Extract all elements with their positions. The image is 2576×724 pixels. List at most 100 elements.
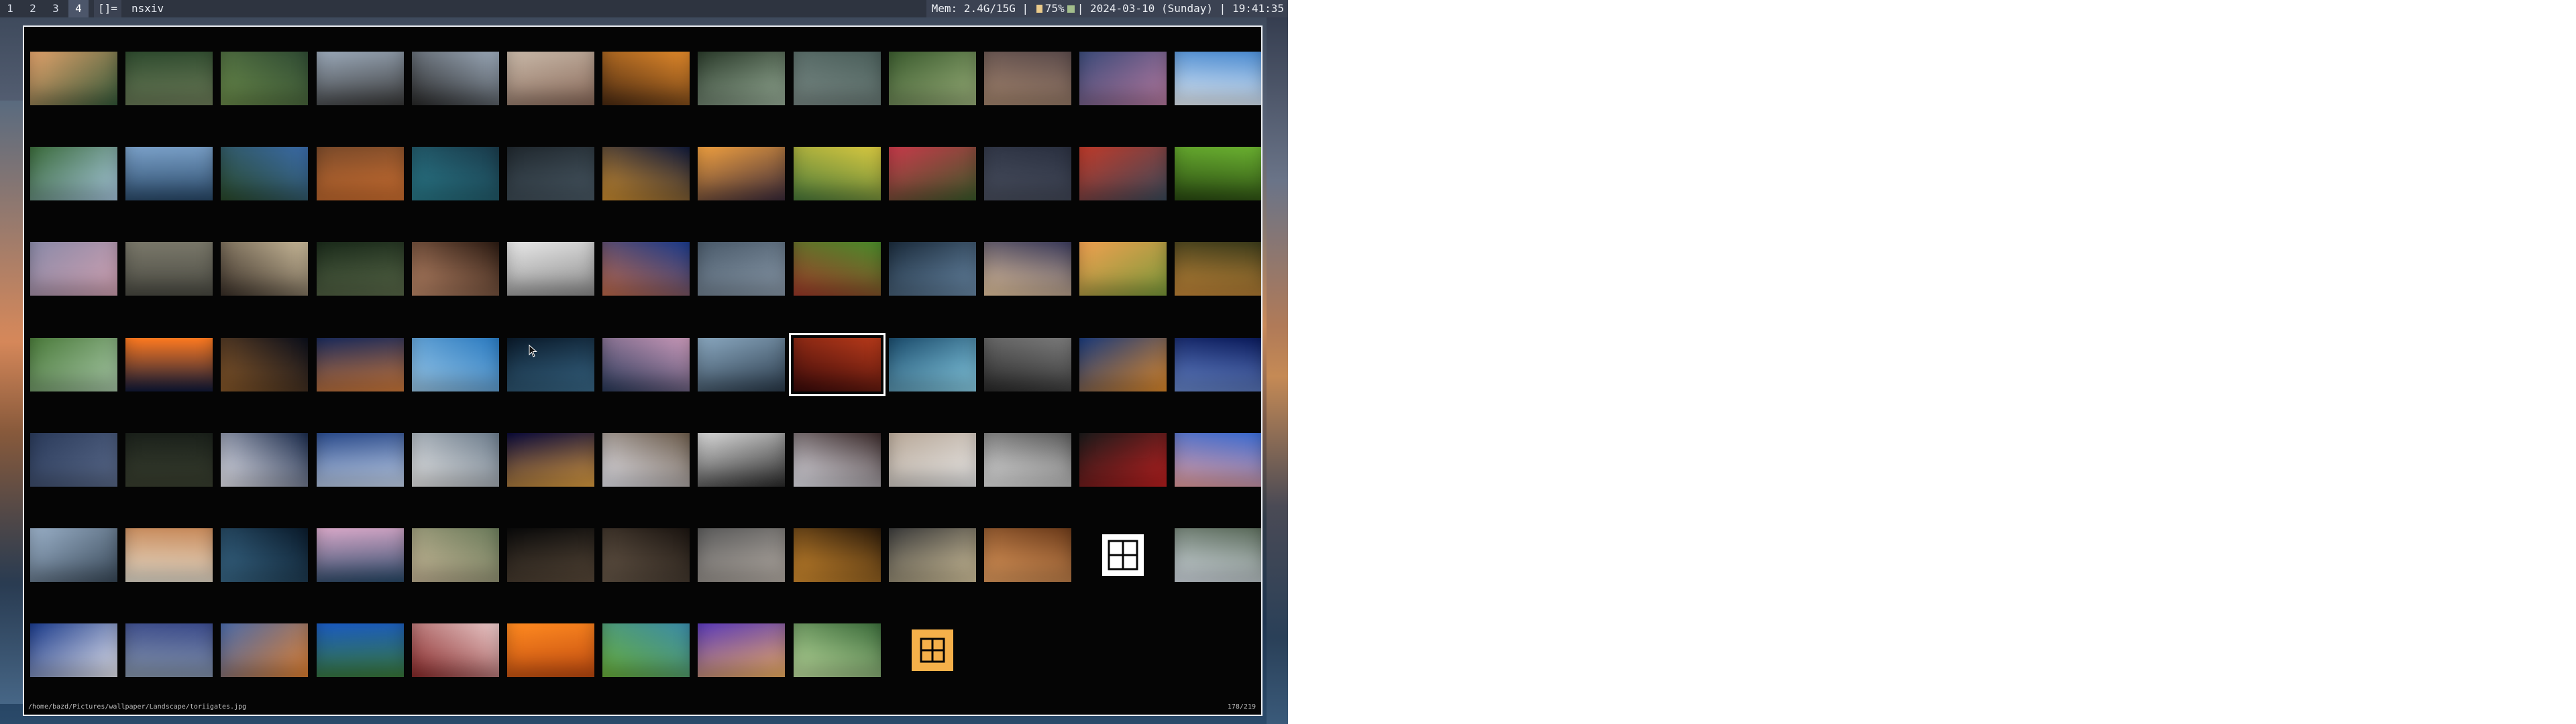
thumbnail[interactable] [1175,147,1261,200]
thumbnail[interactable] [30,338,117,391]
thumbnail[interactable] [125,338,213,391]
thumbnail[interactable] [1175,52,1261,105]
thumbnail[interactable] [125,623,213,677]
thumbnail[interactable] [317,433,404,487]
status-text: Mem: 2.4G/15G | 75% | 2024-03-10 (Sunday)… [926,0,1288,17]
thumbnail[interactable] [507,52,594,105]
thumbnail[interactable] [789,333,885,396]
thumbnail[interactable] [698,242,785,296]
thumbnail[interactable] [889,52,976,105]
thumbnail[interactable] [317,623,404,677]
thumbnail-placeholder-icon[interactable] [889,623,976,677]
thumbnail[interactable] [794,433,881,487]
thumbnail[interactable] [794,147,881,200]
thumbnail[interactable] [30,433,117,487]
thumbnail[interactable] [984,147,1071,200]
thumbnail[interactable] [412,147,499,200]
thumbnail[interactable] [889,528,976,582]
thumbnail[interactable] [125,52,213,105]
thumbnail[interactable] [984,338,1071,391]
thumbnail[interactable] [794,623,881,677]
thumbnail[interactable] [412,52,499,105]
date: 2024-03-10 (Sunday) [1089,2,1214,15]
nsxiv-thumbnail-window[interactable]: /home/bazd/Pictures/wallpaper/Landscape/… [23,25,1263,716]
thumbnail[interactable] [984,528,1071,582]
thumbnail[interactable] [507,528,594,582]
file-path: /home/bazd/Pictures/wallpaper/Landscape/… [28,703,247,711]
thumbnail[interactable] [412,623,499,677]
thumbnail[interactable] [507,242,594,296]
thumbnail[interactable] [698,147,785,200]
thumbnail[interactable] [889,433,976,487]
thumbnail[interactable] [1079,338,1167,391]
thumbnail[interactable] [412,528,499,582]
thumbnail[interactable] [412,433,499,487]
thumbnail[interactable] [412,242,499,296]
thumbnail[interactable] [221,623,308,677]
thumbnail[interactable] [507,338,594,391]
thumbnail-grid[interactable] [24,27,1261,699]
thumbnail[interactable] [794,528,881,582]
thumbnail[interactable] [889,147,976,200]
thumbnail[interactable] [317,242,404,296]
thumbnail[interactable] [317,147,404,200]
thumbnail[interactable] [507,147,594,200]
thumbnail[interactable] [1079,433,1167,487]
thumbnail[interactable] [602,242,690,296]
thumbnail[interactable] [221,147,308,200]
thumbnail[interactable] [1079,242,1167,296]
thumbnail[interactable] [30,528,117,582]
thumbnail[interactable] [317,52,404,105]
thumbnail[interactable] [221,338,308,391]
thumbnail[interactable] [30,242,117,296]
thumbnail[interactable] [221,528,308,582]
thumbnail[interactable] [317,528,404,582]
thumbnail-placeholder-icon[interactable] [1079,528,1167,582]
thumbnail[interactable] [125,528,213,582]
battery-level: 75% [1044,2,1065,15]
thumbnail[interactable] [1175,338,1261,391]
thumbnail[interactable] [602,52,690,105]
thumbnail[interactable] [698,52,785,105]
thumbnail[interactable] [1175,242,1261,296]
thumbnail[interactable] [1175,433,1261,487]
thumbnail[interactable] [30,52,117,105]
thumbnail[interactable] [221,52,308,105]
thumbnail[interactable] [889,338,976,391]
thumbnail[interactable] [794,52,881,105]
thumbnail[interactable] [412,338,499,391]
thumbnail[interactable] [1175,528,1261,582]
thumbnail[interactable] [698,528,785,582]
thumbnail[interactable] [984,242,1071,296]
thumbnail[interactable] [698,623,785,677]
thumbnail[interactable] [984,52,1071,105]
thumbnail[interactable] [1079,52,1167,105]
thumbnail[interactable] [125,433,213,487]
thumbnail[interactable] [698,338,785,391]
thumbnail[interactable] [602,433,690,487]
tag-2[interactable]: 2 [23,0,43,17]
separator: | [1022,2,1029,15]
thumbnail[interactable] [602,623,690,677]
thumbnail[interactable] [984,433,1071,487]
thumbnail[interactable] [602,528,690,582]
thumbnail[interactable] [794,242,881,296]
tag-4[interactable]: 4 [68,0,89,17]
thumbnail[interactable] [889,242,976,296]
thumbnail[interactable] [507,623,594,677]
thumbnail[interactable] [221,242,308,296]
thumbnail[interactable] [221,433,308,487]
thumbnail[interactable] [1079,147,1167,200]
tag-1[interactable]: 1 [0,0,20,17]
thumbnail[interactable] [30,623,117,677]
layout-symbol[interactable]: []= [94,0,121,17]
thumbnail[interactable] [125,242,213,296]
thumbnail[interactable] [317,338,404,391]
thumbnail[interactable] [507,433,594,487]
thumbnail[interactable] [602,147,690,200]
thumbnail[interactable] [125,147,213,200]
thumbnail[interactable] [698,433,785,487]
thumbnail[interactable] [30,147,117,200]
tag-3[interactable]: 3 [46,0,66,17]
thumbnail[interactable] [602,338,690,391]
